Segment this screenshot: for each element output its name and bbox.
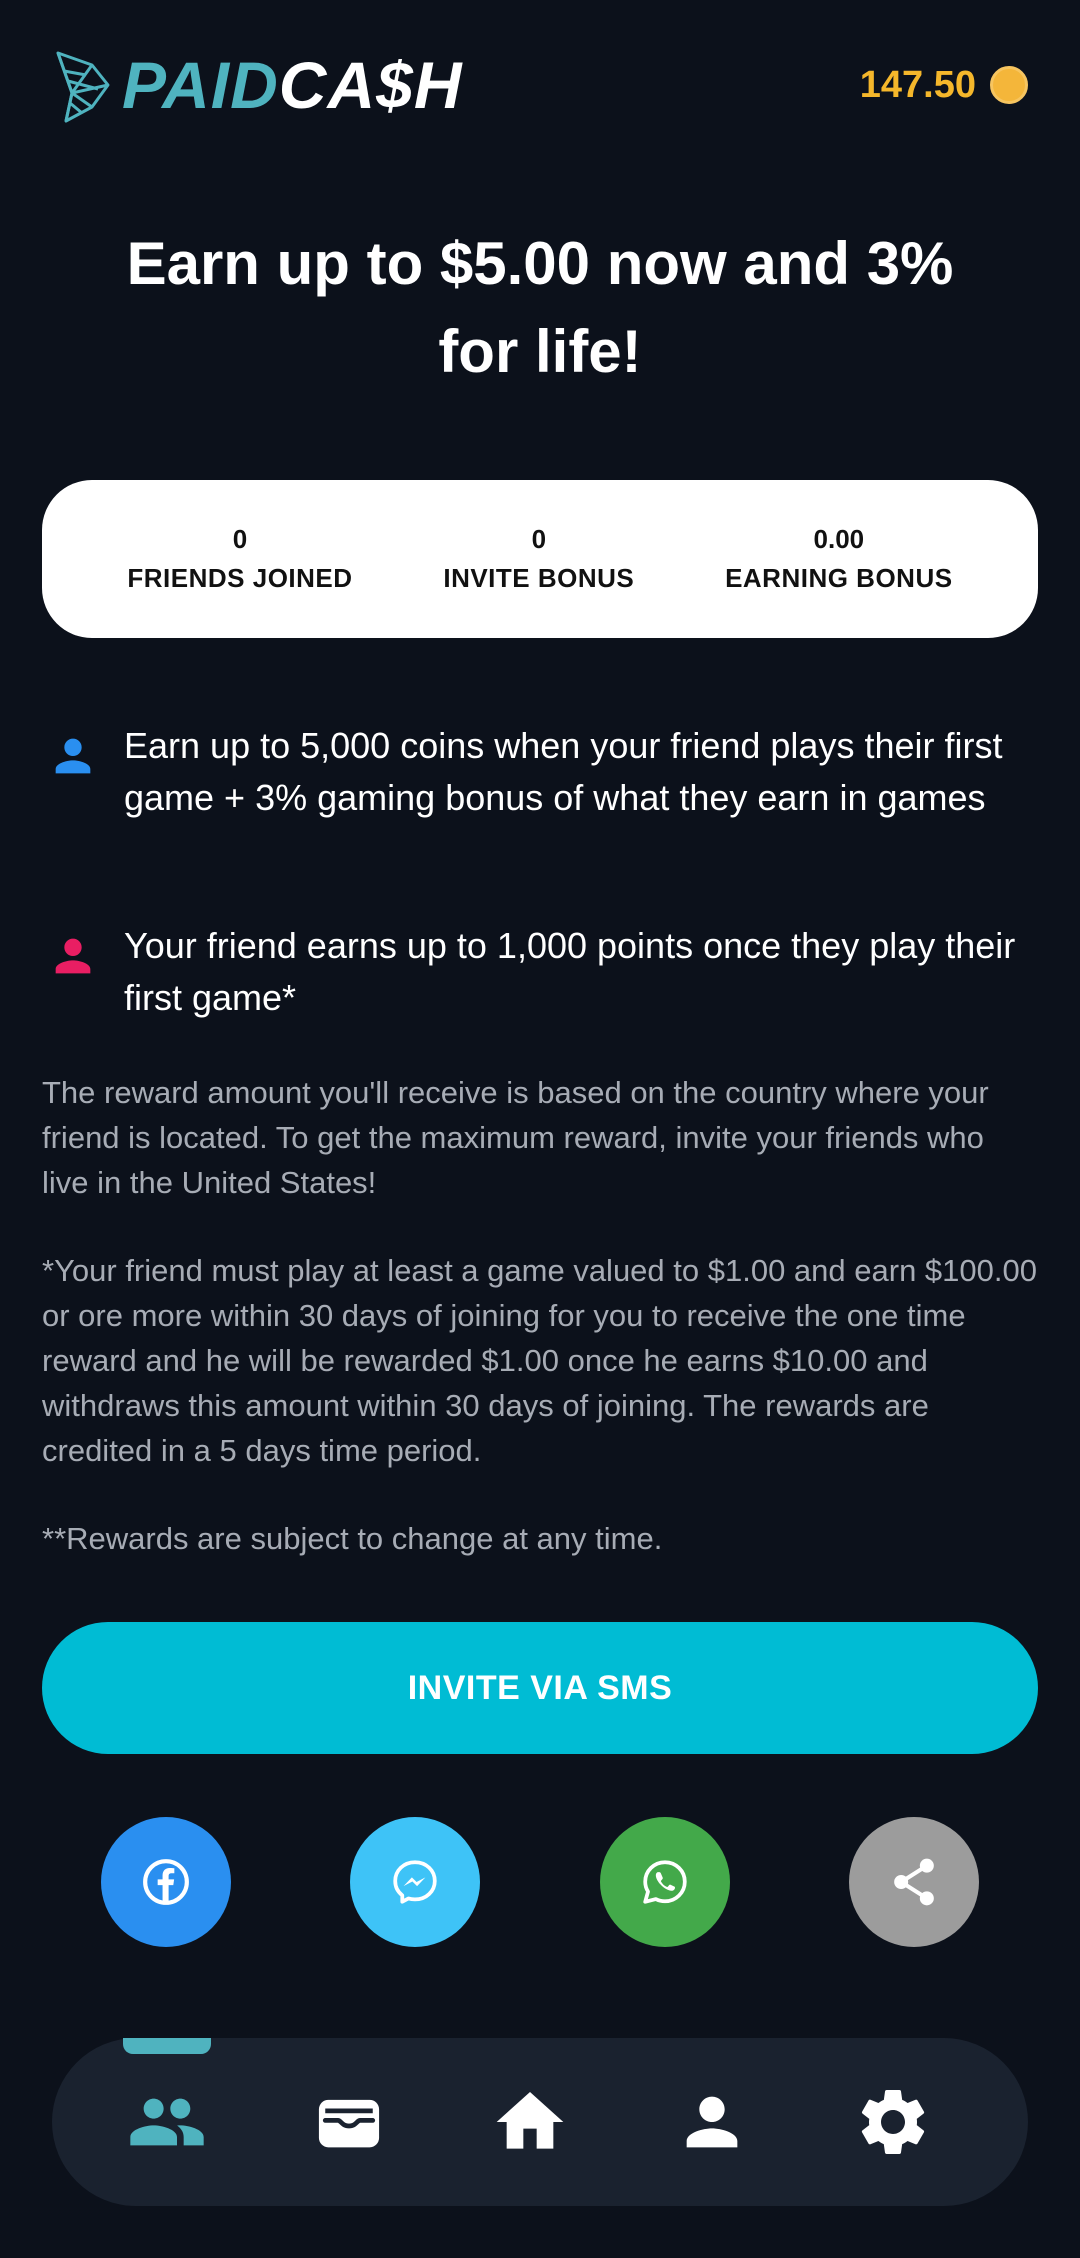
stat-friends-joined: 0 FRIENDS JOINED xyxy=(127,524,352,594)
stat-value: 0 xyxy=(531,524,547,554)
home-icon xyxy=(496,2092,564,2149)
reward-terms-note: *Your friend must play at least a game v… xyxy=(42,1253,1037,1468)
share-buttons-row xyxy=(0,1817,1080,1947)
paidcash-logo: PAIDCA$H xyxy=(52,45,463,125)
stat-label: INVITE BONUS xyxy=(443,563,635,593)
active-tab-indicator xyxy=(123,2038,211,2054)
share-icon xyxy=(894,1858,934,1906)
stat-value: 0.00 xyxy=(813,524,865,554)
invite-stats-card: 0 FRIENDS JOINED 0 INVITE BONUS 0.00 EAR… xyxy=(42,480,1038,638)
stat-value: 0 xyxy=(232,524,248,554)
share-messenger-button[interactable] xyxy=(350,1817,480,1947)
share-facebook-button[interactable] xyxy=(101,1817,231,1947)
stat-label: FRIENDS JOINED xyxy=(127,563,353,593)
whatsapp-icon xyxy=(643,1860,687,1904)
nav-home[interactable] xyxy=(490,2082,570,2162)
balance-value: 147.50 xyxy=(859,63,976,106)
bottom-navigation xyxy=(52,2038,1028,2206)
app-header: PAIDCA$H 147.50 xyxy=(52,40,1028,130)
share-whatsapp-button[interactable] xyxy=(600,1817,730,1947)
benefit-text: Earn up to 5,000 coins when your friend … xyxy=(124,725,1003,818)
stat-earning-bonus: 0.00 EARNING BONUS xyxy=(725,524,953,594)
logo-text-paid: PAID xyxy=(122,48,279,122)
person-icon xyxy=(55,938,91,974)
invite-via-sms-button[interactable]: INVITE VIA SMS xyxy=(42,1622,1038,1754)
reward-change-note: **Rewards are subject to change at any t… xyxy=(42,1521,663,1556)
benefit-text: Your friend earns up to 1,000 points onc… xyxy=(124,925,1016,1018)
person-icon xyxy=(55,738,91,774)
logo-text-cash: CA$H xyxy=(278,48,463,122)
settings-icon xyxy=(861,2090,925,2154)
stat-invite-bonus: 0 INVITE BONUS xyxy=(443,524,634,594)
nav-wallet[interactable] xyxy=(309,2082,389,2162)
messenger-icon xyxy=(393,1860,437,1904)
reward-country-note: The reward amount you'll receive is base… xyxy=(42,1075,989,1200)
coin-icon xyxy=(990,66,1028,104)
nav-profile[interactable] xyxy=(672,2082,752,2162)
page-headline: Earn up to $5.00 now and 3% for life! xyxy=(126,230,954,385)
benefit-friend: Your friend earns up to 1,000 points onc… xyxy=(42,920,1038,1024)
benefit-referrer: Earn up to 5,000 coins when your friend … xyxy=(42,720,1038,824)
profile-icon xyxy=(686,2096,738,2148)
wallet-icon xyxy=(318,2099,380,2148)
stat-label: EARNING BONUS xyxy=(725,563,953,593)
share-more-button[interactable] xyxy=(849,1817,979,1947)
nav-settings[interactable] xyxy=(853,2082,933,2162)
invite-friends-screen: PAIDCA$H 147.50 Earn up to $5.00 now and… xyxy=(0,0,1080,2258)
logo-wordmark: PAIDCA$H xyxy=(122,52,463,118)
coin-balance[interactable]: 147.50 xyxy=(860,64,1028,107)
friends-icon xyxy=(130,2098,204,2146)
facebook-icon xyxy=(143,1859,189,1905)
nav-friends[interactable] xyxy=(127,2082,207,2162)
leaf-logo-icon xyxy=(56,51,110,123)
